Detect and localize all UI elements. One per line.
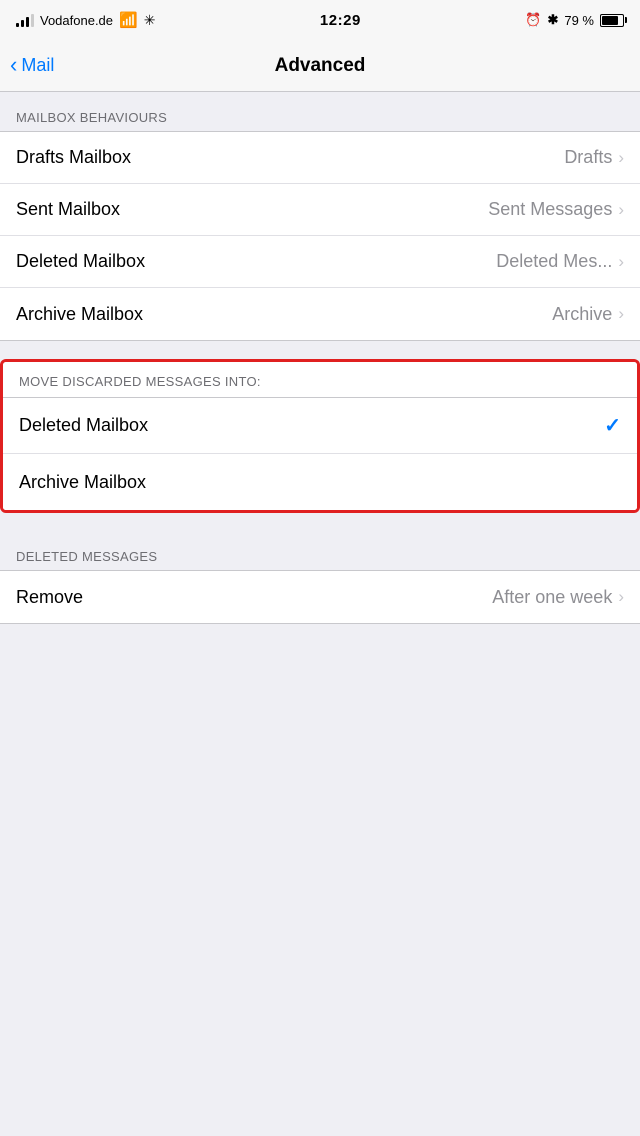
deleted-mailbox-right: Deleted Mes... › — [496, 251, 624, 272]
remove-right: After one week › — [492, 587, 624, 608]
remove-row[interactable]: Remove After one week › — [0, 571, 640, 623]
archive-mailbox-option-label: Archive Mailbox — [19, 472, 146, 493]
back-label: Mail — [21, 55, 54, 76]
archive-mailbox-right: Archive › — [552, 304, 624, 325]
deleted-mailbox-option-row[interactable]: Deleted Mailbox ✓ — [3, 398, 637, 454]
mailbox-behaviours-header: MAILBOX BEHAVIOURS — [0, 92, 640, 131]
battery-container — [600, 14, 624, 27]
sent-mailbox-value: Sent Messages — [488, 199, 612, 220]
deleted-messages-group: Remove After one week › — [0, 570, 640, 624]
signal-bar-4 — [31, 14, 34, 27]
deleted-mailbox-label: Deleted Mailbox — [16, 251, 145, 272]
status-left: Vodafone.de 📶 ✳ — [16, 11, 155, 29]
drafts-mailbox-row[interactable]: Drafts Mailbox Drafts › — [0, 132, 640, 184]
deleted-messages-header: DELETED MESSAGES — [0, 531, 640, 570]
back-chevron-icon: ‹ — [10, 54, 17, 76]
alarm-icon: ⏰ — [525, 12, 541, 28]
deleted-mailbox-value: Deleted Mes... — [496, 251, 612, 272]
spacer-2 — [0, 513, 640, 531]
sent-mailbox-row[interactable]: Sent Mailbox Sent Messages › — [0, 184, 640, 236]
mailbox-behaviours-group: Drafts Mailbox Drafts › Sent Mailbox Sen… — [0, 131, 640, 341]
bluetooth-icon: ✱ — [547, 12, 558, 28]
move-discarded-section: MOVE DISCARDED MESSAGES INTO: Deleted Ma… — [0, 359, 640, 513]
sent-chevron-icon: › — [618, 200, 624, 220]
status-time: 12:29 — [320, 12, 361, 29]
deleted-mailbox-option-label: Deleted Mailbox — [19, 415, 148, 436]
signal-bar-3 — [26, 17, 29, 27]
drafts-chevron-icon: › — [618, 148, 624, 168]
drafts-mailbox-right: Drafts › — [564, 147, 624, 168]
back-button[interactable]: ‹ Mail — [10, 55, 54, 76]
signal-bars — [16, 13, 34, 27]
sent-mailbox-right: Sent Messages › — [488, 199, 624, 220]
battery-percent-label: 79 % — [564, 13, 594, 28]
page-title: Advanced — [275, 55, 366, 77]
battery-icon — [600, 14, 624, 27]
battery-fill — [602, 16, 618, 25]
loading-icon: ✳ — [144, 12, 156, 29]
sent-mailbox-label: Sent Mailbox — [16, 199, 120, 220]
deleted-mailbox-row[interactable]: Deleted Mailbox Deleted Mes... › — [0, 236, 640, 288]
drafts-mailbox-value: Drafts — [564, 147, 612, 168]
signal-bar-2 — [21, 20, 24, 27]
archive-chevron-icon: › — [618, 304, 624, 324]
carrier-label: Vodafone.de — [40, 13, 113, 28]
move-discarded-group: Deleted Mailbox ✓ Archive Mailbox — [3, 398, 637, 510]
status-right: ⏰ ✱ 79 % — [525, 12, 624, 28]
remove-value: After one week — [492, 587, 612, 608]
spacer-1 — [0, 341, 640, 359]
status-bar: Vodafone.de 📶 ✳ 12:29 ⏰ ✱ 79 % — [0, 0, 640, 40]
move-discarded-header: MOVE DISCARDED MESSAGES INTO: — [3, 362, 637, 398]
archive-mailbox-row[interactable]: Archive Mailbox Archive › — [0, 288, 640, 340]
archive-mailbox-value: Archive — [552, 304, 612, 325]
archive-mailbox-label: Archive Mailbox — [16, 304, 143, 325]
signal-bar-1 — [16, 23, 19, 27]
wifi-icon: 📶 — [119, 11, 138, 29]
deleted-chevron-icon: › — [618, 252, 624, 272]
remove-label: Remove — [16, 587, 83, 608]
remove-chevron-icon: › — [618, 587, 624, 607]
checkmark-icon: ✓ — [604, 413, 621, 438]
archive-mailbox-option-row[interactable]: Archive Mailbox — [3, 454, 637, 510]
nav-bar: ‹ Mail Advanced — [0, 40, 640, 92]
drafts-mailbox-label: Drafts Mailbox — [16, 147, 131, 168]
